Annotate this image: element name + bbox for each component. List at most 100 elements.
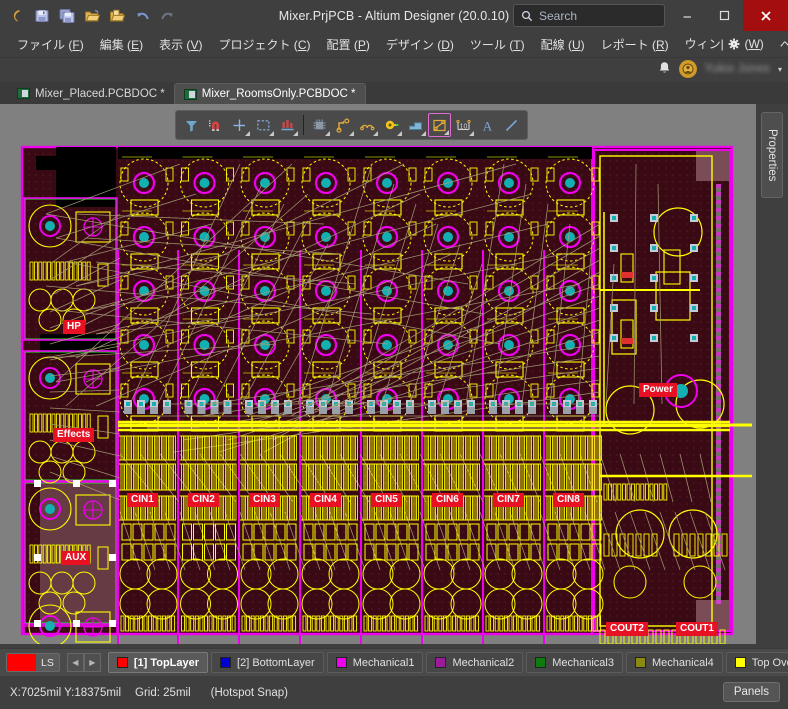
open-folder-icon[interactable] [81, 5, 103, 27]
layer-chip-label: Mechanical1 [352, 656, 415, 669]
layer-color-swatch [635, 657, 646, 668]
tab-mixer-roomsonly-label: Mixer_RoomsOnly.PCBDOC * [201, 88, 356, 100]
room-label-cin4[interactable]: CIN4 [310, 493, 341, 507]
place-arc-icon[interactable] [356, 113, 379, 137]
maximize-button[interactable] [706, 0, 743, 31]
room-label-cin6[interactable]: CIN6 [432, 493, 463, 507]
toolbar-separator [303, 115, 304, 135]
place-component-icon[interactable] [308, 113, 331, 137]
room-label-cin8[interactable]: CIN8 [553, 493, 584, 507]
selection-handle[interactable] [109, 620, 116, 627]
menu-file[interactable]: ファイル (F) [9, 32, 92, 57]
menu-view[interactable]: 表示 (V) [151, 32, 210, 57]
title-bar: Mixer.PrjPCB - Altium Designer (20.0.10)… [0, 0, 788, 31]
close-button[interactable] [743, 0, 788, 31]
selection-handle[interactable] [109, 480, 116, 487]
altium-logo-icon[interactable] [6, 5, 28, 27]
menu-project[interactable]: プロジェクト (C) [210, 32, 318, 57]
pcb-document-icon [17, 88, 30, 99]
chevron-down-icon[interactable]: ▾ [778, 65, 782, 74]
menu-file-label: ファイル [17, 37, 66, 52]
notifications-bell-icon[interactable] [658, 61, 671, 78]
tab-mixer-placed[interactable]: Mixer_Placed.PCBDOC * [8, 83, 174, 104]
layer-scroll-arrows: ◀ ▶ [66, 653, 101, 672]
pcb-board-graphics [0, 104, 756, 644]
menu-design[interactable]: デザイン (D) [378, 32, 462, 57]
layer-chip-6[interactable]: Top Over [725, 652, 788, 673]
account-area: Yukio Jones ▾ [658, 56, 782, 82]
undo-icon[interactable] [131, 5, 153, 27]
pcb-canvas[interactable]: HPEffectsAUXMonitorCIN1CIN2CIN3CIN4CIN5C… [0, 104, 756, 644]
place-dimension-icon[interactable]: 10 [452, 113, 475, 137]
layer-chip-5[interactable]: Mechanical4 [626, 652, 723, 673]
layer-chip-0[interactable]: [1] TopLayer [107, 652, 209, 673]
gear-icon [728, 38, 740, 53]
room-label-cin2[interactable]: CIN2 [188, 493, 219, 507]
menu-route-label: 配線 [540, 37, 565, 52]
selection-handle[interactable] [34, 620, 41, 627]
layer-set-chip[interactable]: LS [6, 653, 60, 672]
layer-chip-2[interactable]: Mechanical1 [326, 652, 424, 673]
room-label-cin3[interactable]: CIN3 [249, 493, 280, 507]
room-label-hp[interactable]: HP [63, 320, 85, 334]
menu-design-label: デザイン [385, 37, 434, 52]
magnet-snap-icon[interactable] [204, 113, 227, 137]
layer-next-button[interactable]: ▶ [83, 653, 101, 672]
place-room-icon[interactable] [428, 113, 451, 137]
room-label-cin1[interactable]: CIN1 [127, 493, 158, 507]
menu-tools[interactable]: ツール (T) [462, 32, 533, 57]
selection-handle[interactable] [73, 620, 80, 627]
selection-rectangle-icon[interactable] [252, 113, 275, 137]
redo-icon[interactable] [156, 5, 178, 27]
menu-route[interactable]: 配線 (U) [533, 32, 593, 57]
room-label-cin5[interactable]: CIN5 [371, 493, 402, 507]
panels-button[interactable]: Panels [722, 682, 780, 702]
layer-prev-button[interactable]: ◀ [66, 653, 84, 672]
avatar[interactable] [678, 60, 697, 78]
room-label-power[interactable]: Power [639, 383, 678, 397]
filter-icon[interactable] [180, 113, 203, 137]
menu-window[interactable]: ウィン| (W) [677, 31, 772, 57]
room-label-cin7[interactable]: CIN7 [493, 493, 524, 507]
menu-edit[interactable]: 編集 (E) [92, 32, 151, 57]
menu-place[interactable]: 配置 (P) [318, 32, 377, 57]
open-project-icon[interactable] [106, 5, 128, 27]
layer-chip-4[interactable]: Mechanical3 [526, 652, 623, 673]
place-pad-icon[interactable] [380, 113, 403, 137]
pcb-placement-toolbar: 10 A [175, 110, 528, 140]
place-polygon-icon[interactable] [404, 113, 427, 137]
align-icon[interactable] [276, 113, 299, 137]
tab-mixer-roomsonly[interactable]: Mixer_RoomsOnly.PCBDOC * [173, 83, 366, 104]
search-placeholder: Search [539, 8, 578, 23]
user-name: Yukio Jones [704, 63, 770, 75]
menu-reports[interactable]: レポート (R) [593, 32, 677, 57]
place-string-icon[interactable]: A [476, 113, 499, 137]
selection-handle[interactable] [73, 480, 80, 487]
selection-handle[interactable] [34, 554, 41, 561]
snap-mode: (Hotspot Snap) [210, 686, 288, 699]
room-label-effects[interactable]: Effects [53, 428, 95, 442]
place-line-icon[interactable] [500, 113, 523, 137]
save-all-icon[interactable] [56, 5, 78, 27]
room-label-cout2[interactable]: COUT2 [606, 622, 648, 636]
status-bar: X:7025mil Y:18375mil Grid: 25mil (Hotspo… [0, 676, 788, 709]
crosshair-origin-icon[interactable] [228, 113, 251, 137]
layer-chip-3[interactable]: Mechanical2 [426, 652, 524, 673]
search-input[interactable]: Search [513, 4, 665, 27]
room-label-cout1[interactable]: COUT1 [676, 622, 718, 636]
selection-handle[interactable] [34, 480, 41, 487]
window-controls [669, 0, 788, 31]
save-icon[interactable] [31, 5, 53, 27]
pcb-document-icon [183, 88, 197, 100]
room-label-aux[interactable]: AUX [61, 551, 91, 565]
layer-chip-label: Top Over [751, 656, 788, 669]
menu-help[interactable]: ヘルプ (H) [772, 32, 788, 57]
layer-chip-label: Mechanical3 [552, 656, 614, 669]
minimize-button[interactable] [669, 0, 706, 31]
place-track-icon[interactable] [332, 113, 355, 137]
menu-tools-label: ツール [469, 37, 506, 52]
properties-tab-label[interactable]: Properties [761, 112, 783, 198]
cursor-coordinates: X:7025mil Y:18375mil [10, 686, 122, 699]
selection-handle[interactable] [109, 554, 116, 561]
layer-chip-1[interactable]: [2] BottomLayer [211, 652, 324, 673]
